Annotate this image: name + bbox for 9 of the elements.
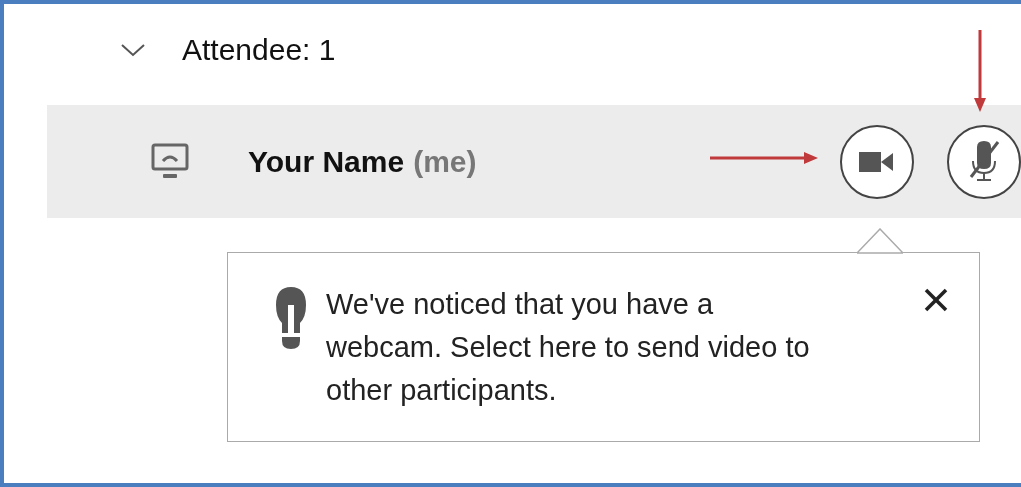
tooltip-message: We've noticed that you have a webcam. Select here to send video to other participants.: [326, 287, 811, 408]
lightbulb-icon: [274, 285, 308, 351]
me-label: (me): [413, 144, 477, 178]
close-icon: [923, 287, 949, 313]
monitor-icon: [151, 142, 189, 181]
attendee-name: Your Name: [248, 144, 405, 178]
attendee-row[interactable]: Your Name (me): [47, 105, 1021, 218]
group-label: Attendee: 1: [182, 33, 336, 67]
chevron-icon[interactable]: [120, 43, 146, 57]
